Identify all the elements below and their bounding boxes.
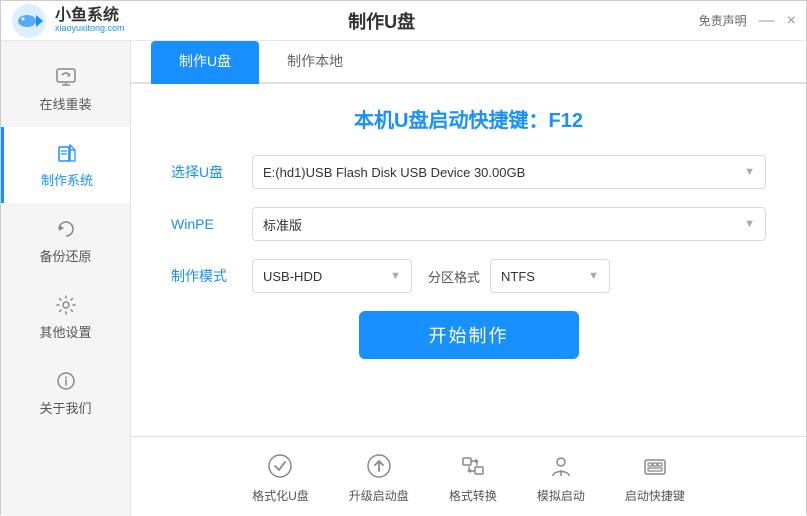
shortcut-text: 本机U盘启动快捷键：	[354, 110, 548, 132]
tab-make-usb[interactable]: 制作U盘	[151, 41, 259, 84]
form-area: 本机U盘启动快捷键：F12 选择U盘 E:(hd1)USB Flash Disk…	[131, 84, 806, 436]
sidebar-item-other-settings[interactable]: 其他设置	[1, 279, 130, 355]
sidebar-item-about-us[interactable]: 关于我们	[1, 355, 130, 431]
upgrade-boot-icon	[363, 450, 395, 482]
toolbar-upgrade-boot[interactable]: 升级启动盘	[349, 450, 409, 504]
mode-partition-row: 制作模式 USB-HDD ▼ 分区格式 NTFS ▼	[171, 259, 766, 293]
minimize-button[interactable]: —	[759, 12, 775, 30]
mode-label: 制作模式	[171, 266, 236, 286]
toolbar-format-usb[interactable]: 格式化U盘	[252, 450, 309, 504]
toolbar-label-format-usb: 格式化U盘	[252, 487, 309, 504]
settings-icon	[54, 293, 78, 317]
titlebar: 小鱼系统 xiaoyuxitong.com 制作U盘 免责声明 — ×	[1, 1, 806, 41]
mode-value: USB-HDD	[263, 269, 322, 284]
select-usb-arrow: ▼	[744, 166, 755, 178]
simulate-boot-icon	[545, 450, 577, 482]
sidebar-label-online-reinstall: 在线重装	[39, 94, 91, 113]
make-system-icon	[55, 141, 79, 165]
partition-label: 分区格式	[428, 267, 480, 286]
sidebar-label-make-system: 制作系统	[41, 170, 93, 189]
main-layout: 在线重装 制作系统 备份还原	[1, 41, 806, 516]
toolbar-label-format-convert: 格式转换	[449, 487, 497, 504]
sidebar-item-online-reinstall[interactable]: 在线重装	[1, 51, 130, 127]
logo-icon	[11, 3, 47, 39]
toolbar-format-convert[interactable]: 格式转换	[449, 450, 497, 504]
titlebar-actions: 免责声明 — ×	[699, 12, 796, 30]
sidebar-item-make-system[interactable]: 制作系统	[1, 127, 130, 203]
tab-bar: 制作U盘 制作本地	[131, 41, 806, 84]
sidebar: 在线重装 制作系统 备份还原	[1, 41, 131, 516]
select-usb-label: 选择U盘	[171, 162, 236, 182]
toolbar-label-boot-shortcut: 启动快捷键	[625, 487, 685, 504]
winpe-value: 标准版	[263, 215, 302, 234]
sidebar-label-backup-restore: 备份还原	[39, 246, 91, 265]
content-area: 制作U盘 制作本地 本机U盘启动快捷键：F12 选择U盘 E:(hd1)USB …	[131, 41, 806, 516]
boot-shortcut-icon	[639, 450, 671, 482]
start-button[interactable]: 开始制作	[359, 311, 579, 359]
bottom-toolbar: 格式化U盘 升级启动盘	[131, 436, 806, 516]
partition-value: NTFS	[501, 269, 535, 284]
disclaimer-button[interactable]: 免责声明	[699, 12, 747, 29]
online-reinstall-icon	[54, 65, 78, 89]
partition-group: 分区格式 NTFS ▼	[428, 259, 766, 293]
toolbar-label-upgrade-boot: 升级启动盘	[349, 487, 409, 504]
sidebar-label-about-us: 关于我们	[39, 398, 91, 417]
format-convert-icon	[457, 450, 489, 482]
winpe-row: WinPE 标准版 ▼	[171, 207, 766, 241]
format-usb-icon	[264, 450, 296, 482]
toolbar-label-simulate-boot: 模拟启动	[537, 487, 585, 504]
winpe-dropdown[interactable]: 标准版 ▼	[252, 207, 766, 241]
split-selects: USB-HDD ▼ 分区格式 NTFS ▼	[252, 259, 766, 293]
shortcut-hint: 本机U盘启动快捷键：F12	[171, 104, 766, 133]
mode-dropdown[interactable]: USB-HDD ▼	[252, 259, 412, 293]
partition-dropdown[interactable]: NTFS ▼	[490, 259, 610, 293]
select-usb-dropdown[interactable]: E:(hd1)USB Flash Disk USB Device 30.00GB…	[252, 155, 766, 189]
close-button[interactable]: ×	[787, 12, 796, 30]
shortcut-key: F12	[548, 110, 582, 132]
toolbar-simulate-boot[interactable]: 模拟启动	[537, 450, 585, 504]
tab-make-local[interactable]: 制作本地	[259, 41, 371, 84]
select-usb-value: E:(hd1)USB Flash Disk USB Device 30.00GB	[263, 165, 525, 180]
winpe-arrow: ▼	[744, 218, 755, 230]
page-title: 制作U盘	[65, 8, 699, 34]
about-icon	[54, 369, 78, 393]
mode-arrow: ▼	[390, 270, 401, 282]
toolbar-boot-shortcut[interactable]: 启动快捷键	[625, 450, 685, 504]
winpe-label: WinPE	[171, 216, 236, 232]
select-usb-row: 选择U盘 E:(hd1)USB Flash Disk USB Device 30…	[171, 155, 766, 189]
partition-arrow: ▼	[588, 270, 599, 282]
sidebar-item-backup-restore[interactable]: 备份还原	[1, 203, 130, 279]
backup-restore-icon	[54, 217, 78, 241]
sidebar-label-other-settings: 其他设置	[39, 322, 91, 341]
